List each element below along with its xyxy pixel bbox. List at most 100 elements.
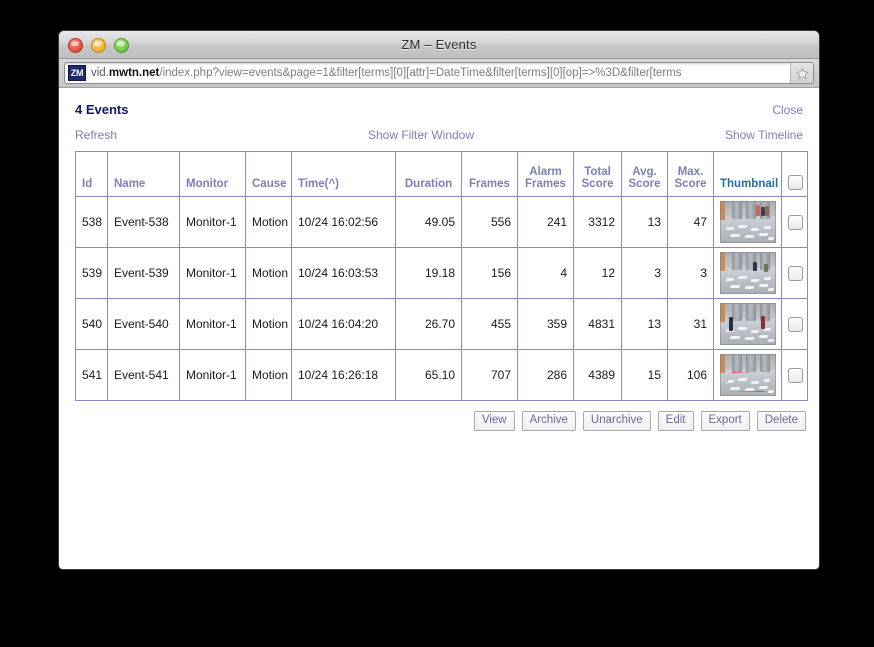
event-thumbnail-image[interactable] xyxy=(720,354,776,396)
cell-duration: 19.18 xyxy=(395,247,462,299)
event-thumbnail-image[interactable] xyxy=(720,303,776,345)
zm-favicon-icon: ZM xyxy=(68,65,86,81)
column-header-select-all xyxy=(781,151,808,197)
export-button[interactable]: Export xyxy=(700,411,750,431)
cell-select xyxy=(781,298,808,350)
url-host-domain: mwtn.net xyxy=(108,67,160,79)
delete-button[interactable]: Delete xyxy=(756,411,806,431)
cell-frames[interactable]: 556 xyxy=(461,196,518,248)
column-header-monitor[interactable]: Monitor xyxy=(179,151,246,197)
address-bar-url: vid.mwtn.net/index.php?view=events&page=… xyxy=(91,67,790,79)
event-thumbnail-image[interactable] xyxy=(720,201,776,243)
cell-duration: 26.70 xyxy=(395,298,462,350)
action-button-row: View Archive Unarchive Edit Export Delet… xyxy=(75,411,806,431)
select-all-checkbox[interactable] xyxy=(788,175,803,190)
cell-event-name[interactable]: Event-539 xyxy=(107,247,180,299)
column-header-thumbnail[interactable]: Thumbnail xyxy=(713,151,782,197)
cell-avg-score: 15 xyxy=(621,349,668,401)
window-titlebar[interactable]: ZM – Events xyxy=(59,31,819,59)
edit-button[interactable]: Edit xyxy=(657,411,694,431)
row-select-checkbox[interactable] xyxy=(788,316,803,332)
cell-total-score: 12 xyxy=(573,247,622,299)
show-timeline-link[interactable]: Show Timeline xyxy=(725,128,803,142)
table-row: 539 Event-539 Monitor-1 Motion 10/24 16:03:5… xyxy=(75,247,808,299)
archive-button[interactable]: Archive xyxy=(521,411,576,431)
cell-alarm-frames[interactable]: 4 xyxy=(517,247,574,299)
cell-avg-score: 3 xyxy=(621,247,668,299)
view-button[interactable]: View xyxy=(473,411,515,431)
column-header-id[interactable]: Id xyxy=(75,151,108,197)
cell-select xyxy=(781,196,808,248)
address-bar[interactable]: ZM vid.mwtn.net/index.php?view=events&pa… xyxy=(64,62,814,84)
close-window-icon[interactable] xyxy=(68,38,83,53)
cell-alarm-frames[interactable]: 286 xyxy=(517,349,574,401)
cell-thumbnail xyxy=(713,196,782,248)
column-header-avg-score[interactable]: Avg. Score xyxy=(621,151,668,197)
cell-avg-score: 13 xyxy=(621,196,668,248)
cell-max-score[interactable]: 31 xyxy=(667,298,714,350)
cell-frames[interactable]: 156 xyxy=(461,247,518,299)
column-header-alarm-frames[interactable]: Alarm Frames xyxy=(517,151,574,197)
alarm-frames-line1: Alarm xyxy=(529,166,562,178)
cell-event-id[interactable]: 539 xyxy=(75,247,108,299)
column-header-name[interactable]: Name xyxy=(107,151,180,197)
column-header-duration[interactable]: Duration xyxy=(395,151,462,197)
cell-total-score: 3312 xyxy=(573,196,622,248)
url-path: /index.php?view=events&page=1&filter[ter… xyxy=(159,67,682,79)
cell-avg-score: 13 xyxy=(621,298,668,350)
cell-cause[interactable]: Motion xyxy=(245,298,292,350)
cell-cause[interactable]: Motion xyxy=(245,349,292,401)
unarchive-button[interactable]: Unarchive xyxy=(582,411,651,431)
page-header-row: 4 Events Close xyxy=(75,102,803,117)
page-title: 4 Events xyxy=(75,102,129,117)
cell-max-score[interactable]: 47 xyxy=(667,196,714,248)
bookmark-star-icon[interactable] xyxy=(790,63,813,83)
maximize-window-icon[interactable] xyxy=(114,38,129,53)
row-select-checkbox[interactable] xyxy=(788,265,803,281)
event-thumbnail-image[interactable] xyxy=(720,252,776,294)
column-header-time[interactable]: Time(^) xyxy=(291,151,396,197)
page-nav-row: Refresh Show Filter Window Show Timeline xyxy=(75,128,803,142)
events-table: Id Name Monitor Cause Time(^) Duration F… xyxy=(75,151,808,401)
cell-cause[interactable]: Motion xyxy=(245,196,292,248)
row-select-checkbox[interactable] xyxy=(788,367,803,383)
close-link[interactable]: Close xyxy=(772,103,803,117)
cell-cause[interactable]: Motion xyxy=(245,247,292,299)
desktop-background: ZM – Events ZM vid.mwtn.net/index.php?vi… xyxy=(0,0,874,647)
cell-alarm-frames[interactable]: 241 xyxy=(517,196,574,248)
cell-frames[interactable]: 455 xyxy=(461,298,518,350)
avg-score-line1: Avg. xyxy=(632,166,657,178)
cell-event-id[interactable]: 538 xyxy=(75,196,108,248)
cell-time: 10/24 16:26:18 xyxy=(291,349,396,401)
cell-event-id[interactable]: 540 xyxy=(75,298,108,350)
cell-time: 10/24 16:02:56 xyxy=(291,196,396,248)
cell-total-score: 4389 xyxy=(573,349,622,401)
cell-frames[interactable]: 707 xyxy=(461,349,518,401)
cell-event-name[interactable]: Event-538 xyxy=(107,196,180,248)
cell-event-name[interactable]: Event-540 xyxy=(107,298,180,350)
cell-select xyxy=(781,349,808,401)
column-header-frames[interactable]: Frames xyxy=(461,151,518,197)
row-select-checkbox[interactable] xyxy=(788,214,803,230)
table-row: 541 Event-541 Monitor-1 Motion 10/24 16:26:1… xyxy=(75,349,808,401)
cell-monitor: Monitor-1 xyxy=(179,349,246,401)
cell-event-id[interactable]: 541 xyxy=(75,349,108,401)
events-table-body: 538 Event-538 Monitor-1 Motion 10/24 16:02:5… xyxy=(75,196,808,401)
column-header-total-score[interactable]: Total Score xyxy=(573,151,622,197)
cell-select xyxy=(781,247,808,299)
table-header-row: Id Name Monitor Cause Time(^) Duration F… xyxy=(75,151,808,197)
cell-alarm-frames[interactable]: 359 xyxy=(517,298,574,350)
column-header-cause[interactable]: Cause xyxy=(245,151,292,197)
cell-thumbnail xyxy=(713,247,782,299)
show-filter-window-link[interactable]: Show Filter Window xyxy=(368,128,474,142)
total-score-line1: Total xyxy=(584,166,611,178)
table-row: 538 Event-538 Monitor-1 Motion 10/24 16:02:5… xyxy=(75,196,808,248)
cell-max-score[interactable]: 3 xyxy=(667,247,714,299)
refresh-link[interactable]: Refresh xyxy=(75,128,117,142)
column-header-max-score[interactable]: Max. Score xyxy=(667,151,714,197)
minimize-window-icon[interactable] xyxy=(91,38,106,53)
cell-max-score[interactable]: 106 xyxy=(667,349,714,401)
cell-event-name[interactable]: Event-541 xyxy=(107,349,180,401)
cell-time: 10/24 16:03:53 xyxy=(291,247,396,299)
url-host-prefix: vid. xyxy=(91,67,109,79)
